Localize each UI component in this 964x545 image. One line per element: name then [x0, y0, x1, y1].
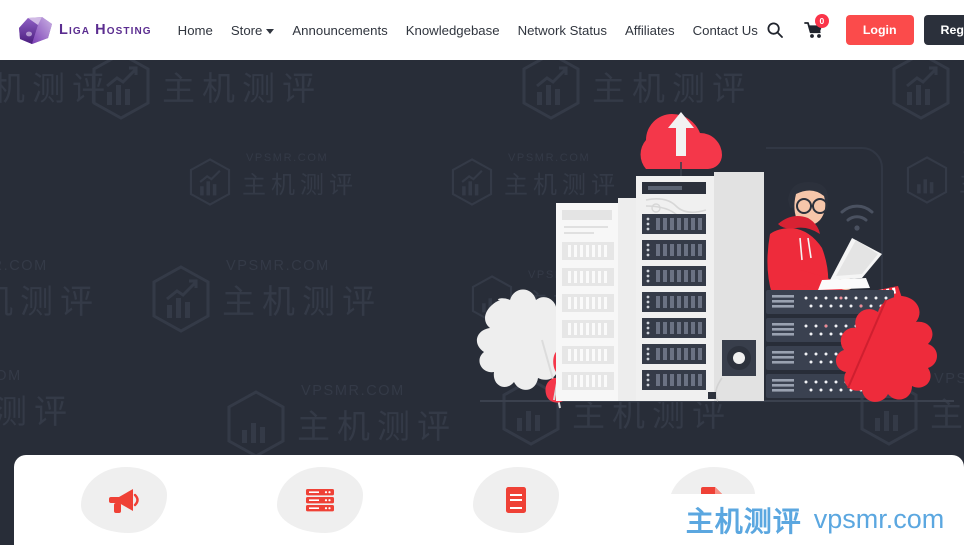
grey-server-rack: [636, 172, 764, 402]
watermark-text: VPSMR.COM 主机测评: [162, 45, 322, 110]
brand-logo-link[interactable]: Liga Hosting: [14, 12, 152, 48]
watermark-banner-domain: vpsmr.com: [813, 504, 945, 534]
feature-blob: [81, 467, 167, 533]
wifi-signal-icon: [840, 204, 874, 231]
nav-item-affiliates[interactable]: Affiliates: [625, 23, 675, 38]
nav-item-label: Affiliates: [624, 22, 675, 38]
watermark-tile: VPSMR.COM 主机测评: [188, 152, 358, 206]
watermark-text: VPSMR.COM 主机测评: [297, 383, 457, 448]
header-actions: 0 Login Register: [758, 13, 964, 47]
watermark-text: VPSMR.COM 主机测评: [0, 258, 100, 323]
nav-item-label: Home: [177, 22, 213, 38]
left-gutter: [0, 455, 14, 545]
gem-crystal-icon: [19, 17, 52, 44]
nav-item-label: Announcements: [292, 22, 388, 38]
white-server-rack: [556, 198, 636, 401]
nav-item-store[interactable]: Store: [231, 23, 275, 38]
watermark-domain: VPSMR.COM: [246, 151, 329, 164]
nav-item-home[interactable]: Home: [178, 23, 213, 38]
watermark-domain: VPSMR.COM: [0, 368, 22, 384]
watermark-tile: VPSMR.COM 主机测评: [90, 45, 322, 120]
site-header: Liga Hosting Home Store Announcements Kn…: [0, 0, 964, 60]
brand-name: Liga Hosting: [59, 22, 152, 38]
watermark-domain: VPSMR.COM: [226, 258, 330, 274]
feature-blob: [473, 467, 559, 533]
nav-item-label: Knowledgebase: [405, 22, 500, 38]
nav-item-label: Contact Us: [692, 22, 758, 38]
watermark-chinese: 主机测评: [0, 69, 112, 108]
watermark-text: VPSMR.COM 主机测评: [242, 152, 358, 200]
watermark-tile: VPSMR.COM 主机测评: [150, 258, 382, 333]
hexagon-chart-icon: [227, 390, 285, 458]
nav-item-announcements[interactable]: Announcements: [292, 23, 387, 38]
nav-item-knowledgebase[interactable]: Knowledgebase: [406, 23, 500, 38]
page-root: VPSMR.COM 主机测评 VPSMR.COM 主机测评: [0, 0, 964, 545]
feature-item-network-status[interactable]: [222, 455, 418, 545]
watermark-chinese: 主机测评: [242, 170, 358, 199]
register-button[interactable]: Register: [923, 15, 964, 45]
nav-item-contact-us[interactable]: Contact Us: [693, 23, 758, 38]
chevron-down-icon: [266, 28, 275, 34]
watermark-tile: VPSMR.COM 主机测评: [225, 383, 457, 458]
watermark-tile: VPSMR.COM 主机测评: [0, 368, 74, 443]
hexagon-chart-icon: [152, 265, 210, 333]
watermark-text: VPSMR.COM 主机测评: [0, 45, 112, 110]
login-button[interactable]: Login: [845, 15, 914, 45]
watermark-domain: VPSMR.COM: [301, 383, 405, 399]
watermark-banner-chinese: 主机测评: [685, 504, 802, 538]
megaphone-icon: [109, 489, 139, 513]
server-database-icon: [306, 489, 334, 512]
watermark-chinese: 主机测评: [297, 407, 457, 446]
main-navigation: Home Store Announcements Knowledgebase N…: [178, 23, 758, 38]
watermark-tile: VPSMR.COM 主机测评: [0, 45, 112, 120]
book-icon: [506, 487, 526, 513]
watermark-text: VPSMR.COM 主机测评: [222, 258, 382, 323]
hexagon-chart-icon: [92, 52, 150, 120]
cart-count-badge: 0: [814, 14, 829, 28]
feature-item-knowledgebase[interactable]: [418, 455, 614, 545]
watermark-domain: VPSMR.COM: [0, 258, 48, 274]
vpsmr-watermark-banner: 主机测评 vpsmr.com: [666, 494, 964, 545]
nav-item-label: Network Status: [517, 22, 607, 38]
feature-blob: [277, 467, 363, 533]
feature-item-announcements[interactable]: [26, 455, 222, 545]
nav-item-label: Store: [230, 22, 263, 38]
watermark-chinese: 主机测评: [162, 69, 322, 108]
nav-item-network-status[interactable]: Network Status: [518, 23, 607, 38]
data-center-server-racks-illustration: [476, 112, 954, 409]
watermark-tile: VPSMR.COM 主机测评: [0, 258, 100, 333]
shopping-cart-icon[interactable]: 0: [792, 13, 836, 47]
watermark-chinese: 主机测评: [0, 282, 100, 321]
search-icon-glyph: [767, 22, 783, 38]
hexagon-chart-icon: [189, 158, 231, 206]
watermark-text: VPSMR.COM 主机测评: [0, 368, 74, 433]
watermark-chinese: 主机测评: [0, 392, 74, 431]
search-icon[interactable]: [758, 13, 792, 47]
watermark-chinese: 主机测评: [222, 282, 382, 321]
